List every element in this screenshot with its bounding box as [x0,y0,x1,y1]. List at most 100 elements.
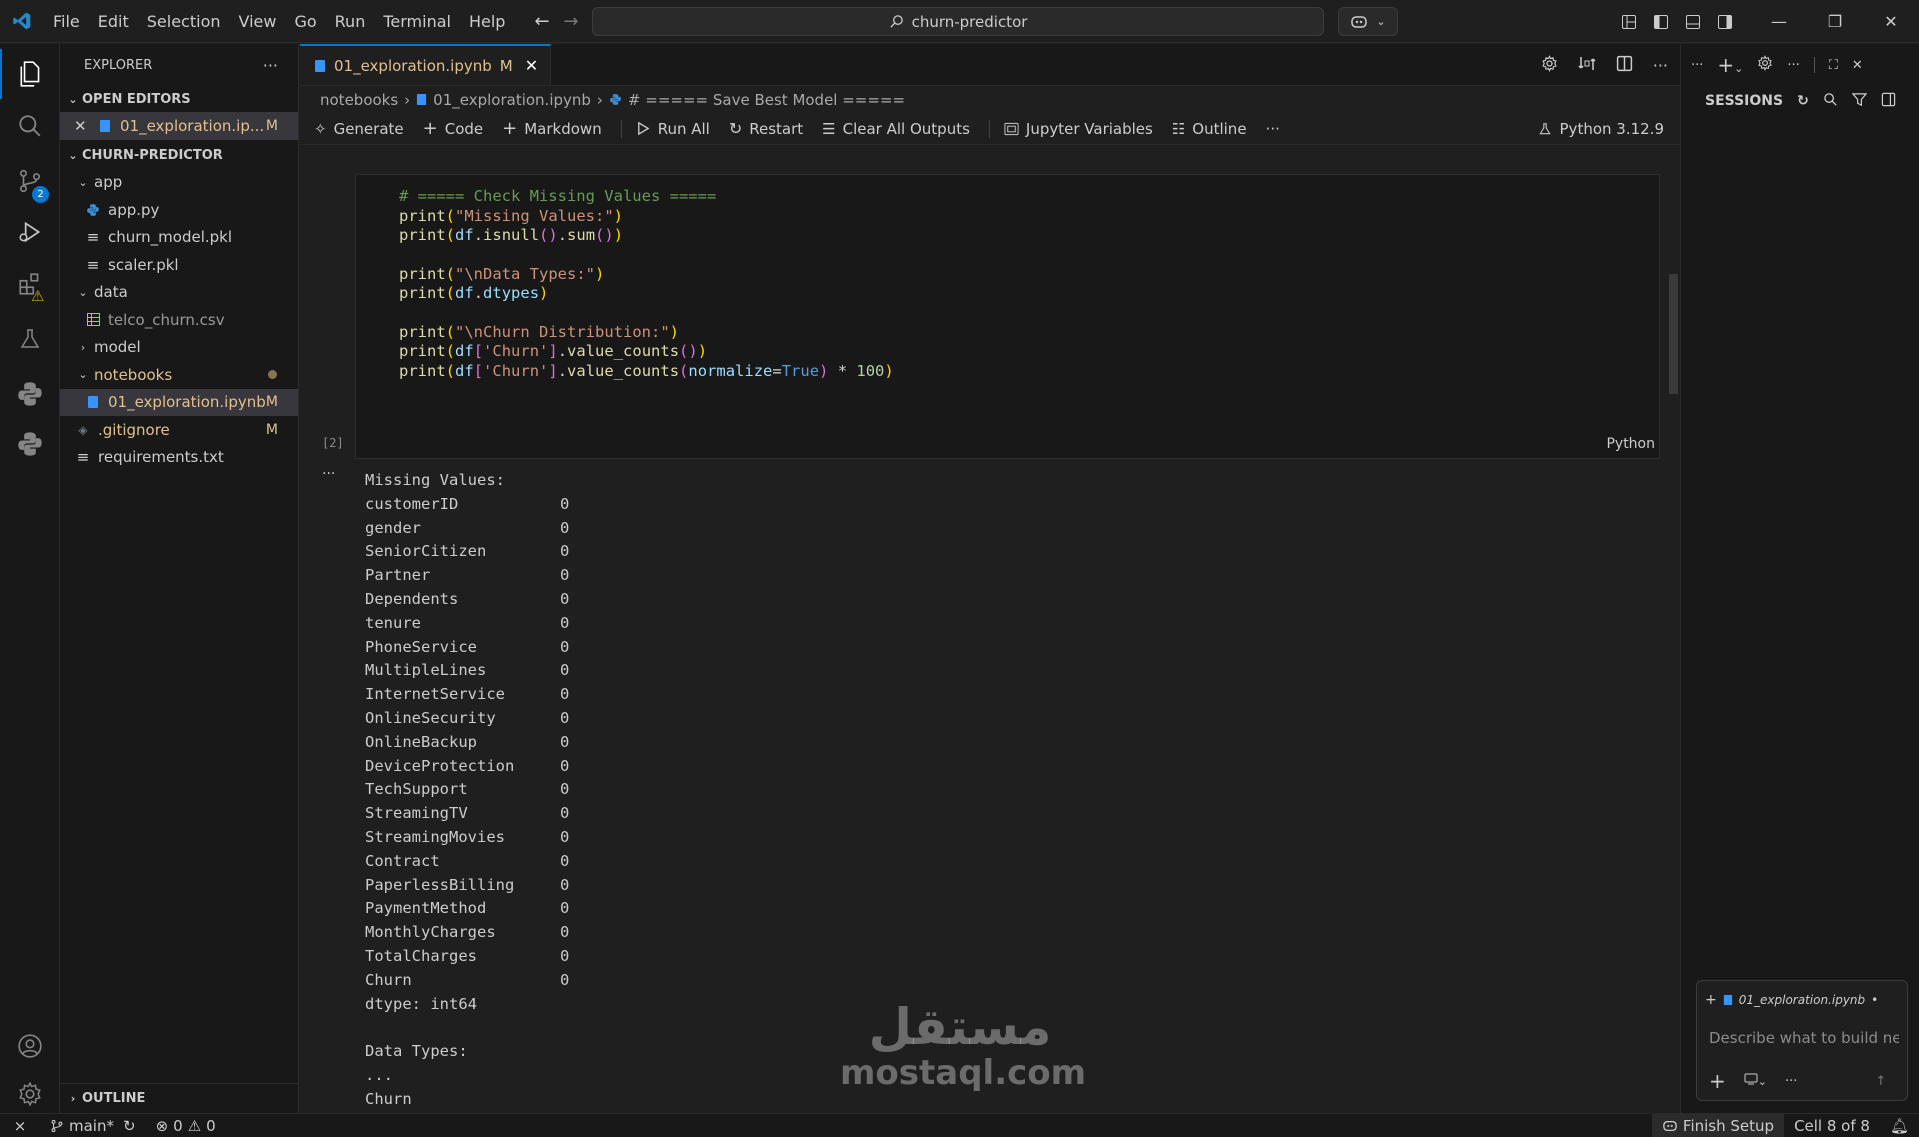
code-cell[interactable]: # ===== Check Missing Values ===== print… [355,174,1660,459]
breadcrumb-item[interactable]: notebooks [320,91,398,109]
kernel-picker[interactable]: Python 3.12.9 [1538,113,1664,145]
notifications-bell-icon[interactable]: 🔔︎ [1880,1114,1919,1137]
add-code-button[interactable]: + Code [423,118,484,139]
split-editor-icon[interactable] [1616,55,1633,76]
back-arrow-icon[interactable]: ← [534,11,549,32]
jupyter-variables-button[interactable]: Jupyter Variables [1004,120,1153,138]
close-icon[interactable]: ✕ [1852,58,1863,73]
python-environments-icon[interactable] [0,419,60,469]
maximize-icon[interactable]: ⛶ [1829,58,1838,73]
toggle-panel-icon[interactable] [1677,14,1709,30]
extensions-icon[interactable]: ⚠ [0,259,60,309]
chat-input-placeholder[interactable]: Describe what to build ne [1709,1029,1899,1047]
cell-position[interactable]: Cell 8 of 8 [1784,1114,1880,1137]
toggle-secondary-sidebar-icon[interactable] [1709,14,1741,30]
restart-button[interactable]: ↻ Restart [729,119,803,138]
open-editors-section[interactable]: ⌄ OPEN EDITORS [60,86,298,112]
folder-model[interactable]: › model [60,334,298,362]
open-editor-item[interactable]: ✕ 01_exploration.ip... M [60,112,298,140]
run-all-button[interactable]: Run All [636,120,710,138]
generate-label: Generate [333,119,404,138]
outline-section[interactable]: › OUTLINE [60,1083,299,1113]
compare-changes-icon[interactable] [1578,55,1596,76]
restore-icon[interactable]: ❐ [1807,12,1863,31]
filter-icon[interactable] [1851,92,1868,111]
more-actions-icon[interactable]: ··· [1785,1074,1797,1089]
menu-file[interactable]: File [44,0,89,43]
source-control-icon[interactable]: 2 [0,156,60,206]
menu-go[interactable]: Go [285,0,325,43]
generate-button[interactable]: ✧ Generate [314,120,404,138]
cell-language-label[interactable]: Python [1606,436,1655,452]
menu-selection[interactable]: Selection [138,0,230,43]
tab-01-exploration[interactable]: 01_exploration.ipynb M ✕ [300,44,552,85]
run-debug-icon[interactable] [0,207,60,257]
toggle-primary-sidebar-icon[interactable] [1645,14,1677,30]
gear-icon[interactable] [1541,54,1558,76]
project-section[interactable]: ⌄ CHURN-PREDICTOR [60,143,298,169]
search-icon[interactable] [1823,92,1838,111]
python-icon[interactable] [0,369,60,419]
outline-button[interactable]: ☷ Outline [1172,120,1247,138]
file-telco-churn-csv[interactable]: telco_churn.csv [60,306,298,334]
customize-layout-icon[interactable] [1613,14,1645,30]
folder-app[interactable]: ⌄ app [60,169,298,197]
file-churn-model-pkl[interactable]: ≡ churn_model.pkl [60,224,298,252]
send-arrow-icon[interactable]: ↑ [1875,1074,1886,1089]
refresh-icon[interactable]: ↻ [1797,93,1809,109]
breadcrumb-item[interactable]: # ===== Save Best Model ===== [628,91,905,109]
testing-icon[interactable] [0,314,60,364]
chat-input-box[interactable]: + 01_exploration.ipynb • Describe what t… [1696,980,1908,1101]
accounts-icon[interactable] [0,1021,60,1071]
close-icon[interactable]: ✕ [525,56,538,75]
chevron-down-icon: ⌄ [68,92,78,106]
secondary-sidebar: ··· +⌄ ··· ⛶ ✕ SESSIONS ↻ + 01_explorati… [1680,44,1919,1113]
file-app-py[interactable]: app.py [60,196,298,224]
more-actions-icon[interactable]: ··· [1653,56,1668,75]
menu-run[interactable]: Run [326,0,375,43]
menu-help[interactable]: Help [460,0,514,43]
output-more-icon[interactable]: ... [322,462,335,478]
sync-icon[interactable]: ↻ [123,1117,136,1135]
file-requirements-txt[interactable]: ≡ requirements.txt [60,444,298,472]
menu-edit[interactable]: Edit [89,0,138,43]
file-gitignore[interactable]: ◈ .gitignore M [60,416,298,444]
more-actions-icon[interactable]: ··· [1266,120,1280,138]
explorer-icon[interactable] [0,49,60,99]
kernel-label: Python 3.12.9 [1559,120,1664,138]
file-01-exploration-ipynb[interactable]: 01_exploration.ipynb M [60,388,298,416]
copilot-button[interactable]: ⌄ [1338,7,1398,36]
file-scaler-pkl[interactable]: ≡ scaler.pkl [60,251,298,279]
more-actions-icon[interactable]: ··· [1787,58,1799,73]
branch-indicator[interactable]: main* ↻ [40,1114,146,1137]
finish-setup-button[interactable]: Finish Setup [1651,1114,1785,1137]
remote-icon[interactable]: ⨯ [0,1113,40,1137]
forward-arrow-icon[interactable]: → [564,11,579,32]
add-context-icon[interactable]: + [1709,1069,1726,1093]
problems-indicator[interactable]: ⊗ 0 ⚠ 0 [146,1114,226,1137]
new-session-button[interactable]: +⌄ [1717,53,1743,77]
split-view-icon[interactable] [1881,92,1896,111]
clear-outputs-button[interactable]: ☰ Clear All Outputs [822,120,970,138]
close-icon[interactable]: ✕ [74,117,88,135]
folder-data[interactable]: ⌄ data [60,279,298,307]
close-window-icon[interactable]: ✕ [1863,12,1919,31]
more-actions-icon[interactable]: ··· [1691,58,1703,73]
menu-terminal[interactable]: Terminal [374,0,460,43]
context-chip[interactable]: + 01_exploration.ipynb • [1705,989,1878,1011]
gear-icon[interactable] [1757,55,1773,75]
search-icon[interactable] [0,101,60,151]
device-picker-icon[interactable]: ⌄ [1744,1073,1767,1089]
output-data-types: Data Types: [365,1042,468,1061]
plus-icon[interactable]: + [1705,992,1717,1008]
add-markdown-button[interactable]: + Markdown [502,118,602,139]
more-actions-icon[interactable]: ··· [263,56,278,75]
editor-scrollbar[interactable] [1669,274,1678,394]
settings-gear-icon[interactable] [0,1069,60,1119]
clear-outputs-label: Clear All Outputs [842,119,970,138]
breadcrumb-item[interactable]: 01_exploration.ipynb [433,91,591,109]
menu-view[interactable]: View [230,0,286,43]
command-center[interactable]: churn-predictor [592,7,1324,36]
minimize-icon[interactable]: — [1751,12,1807,31]
folder-notebooks[interactable]: ⌄ notebooks [60,361,298,389]
